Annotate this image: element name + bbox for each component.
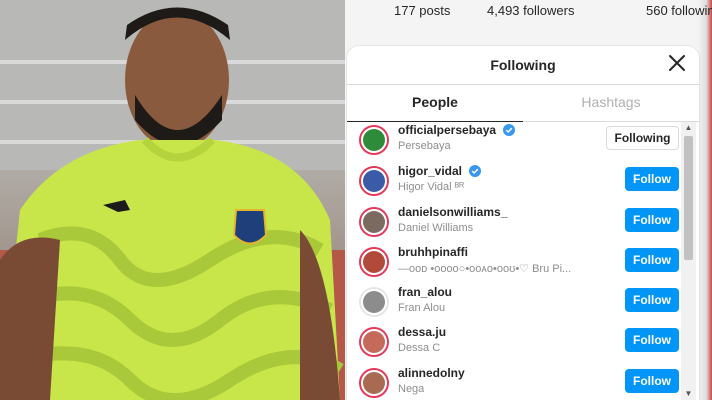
avatar[interactable] xyxy=(359,368,389,398)
full-name: Daniel Williams xyxy=(398,222,474,234)
username[interactable]: bruhhpinaffi xyxy=(398,245,468,259)
username[interactable]: dessa.ju xyxy=(398,325,446,339)
verified-badge-icon xyxy=(503,124,516,136)
following-button[interactable]: Following xyxy=(606,126,679,150)
follow-button[interactable]: Follow xyxy=(625,248,679,272)
modal-title: Following xyxy=(490,57,556,73)
tabs: People Hashtags xyxy=(347,85,699,122)
avatar[interactable] xyxy=(359,166,389,196)
list-item[interactable]: dessa.ju Dessa C Follow xyxy=(347,324,679,364)
list-item[interactable]: danielsonwilliams_ Daniel Williams Follo… xyxy=(347,204,679,244)
full-name: Fran Alou xyxy=(398,302,446,314)
tab-people[interactable]: People xyxy=(347,85,523,122)
full-name: —ᴏᴏᴅ •ᴏᴏᴏᴏ○•ᴏᴏᴀᴏ•ᴏᴏʊ•♡ Bru Pi... xyxy=(398,263,572,275)
photo-edge xyxy=(698,0,712,400)
player-photo xyxy=(0,0,345,400)
list-item[interactable]: officialpersebaya Persebaya Following xyxy=(347,122,679,162)
following-count[interactable]: 560 following xyxy=(646,3,712,18)
full-name: Higor Vidal ᴮᴿ xyxy=(398,181,465,193)
avatar[interactable] xyxy=(359,287,389,317)
close-icon xyxy=(669,55,685,71)
verified-badge-icon xyxy=(469,165,482,177)
username[interactable]: alinnedolny xyxy=(398,366,465,380)
scroll-up-arrow-icon[interactable]: ▲ xyxy=(681,122,696,134)
avatar[interactable] xyxy=(359,207,389,237)
avatar[interactable] xyxy=(359,125,389,155)
follow-button[interactable]: Follow xyxy=(625,167,679,191)
follow-button[interactable]: Follow xyxy=(625,369,679,393)
tab-hashtags[interactable]: Hashtags xyxy=(523,85,699,121)
followers-count[interactable]: 4,493 followers xyxy=(487,3,574,18)
following-modal: Following People Hashtags officialperseb… xyxy=(347,46,699,400)
username[interactable]: officialpersebaya xyxy=(398,123,516,137)
list-item[interactable]: bruhhpinaffi —ᴏᴏᴅ •ᴏᴏᴏᴏ○•ᴏᴏᴀᴏ•ᴏᴏʊ•♡ Bru … xyxy=(347,244,679,284)
scroll-thumb[interactable] xyxy=(684,136,693,260)
username[interactable]: higor_vidal xyxy=(398,164,482,178)
username[interactable]: danielsonwilliams_ xyxy=(398,205,507,219)
list-item[interactable]: fran_alou Fran Alou Follow xyxy=(347,284,679,324)
full-name: Dessa C xyxy=(398,342,441,354)
following-list: officialpersebaya Persebaya Following hi… xyxy=(347,122,699,400)
modal-header: Following xyxy=(347,46,699,85)
full-name: Persebaya xyxy=(398,140,451,152)
follow-button[interactable]: Follow xyxy=(625,208,679,232)
scroll-down-arrow-icon[interactable]: ▼ xyxy=(681,388,696,400)
close-button[interactable] xyxy=(667,53,687,73)
avatar[interactable] xyxy=(359,327,389,357)
follow-button[interactable]: Follow xyxy=(625,328,679,352)
follow-button[interactable]: Follow xyxy=(625,288,679,312)
full-name: Nega xyxy=(398,383,425,395)
player-illustration xyxy=(0,0,345,400)
username[interactable]: fran_alou xyxy=(398,285,452,299)
list-item[interactable]: higor_vidal Higor Vidal ᴮᴿ Follow xyxy=(347,163,679,203)
posts-count[interactable]: 177 posts xyxy=(394,3,450,18)
scrollbar[interactable]: ▲ ▼ xyxy=(681,122,696,400)
list-item[interactable]: alinnedolny Nega Follow xyxy=(347,365,679,400)
profile-stats: 177 posts 4,493 followers 560 following xyxy=(394,3,712,21)
avatar[interactable] xyxy=(359,247,389,277)
